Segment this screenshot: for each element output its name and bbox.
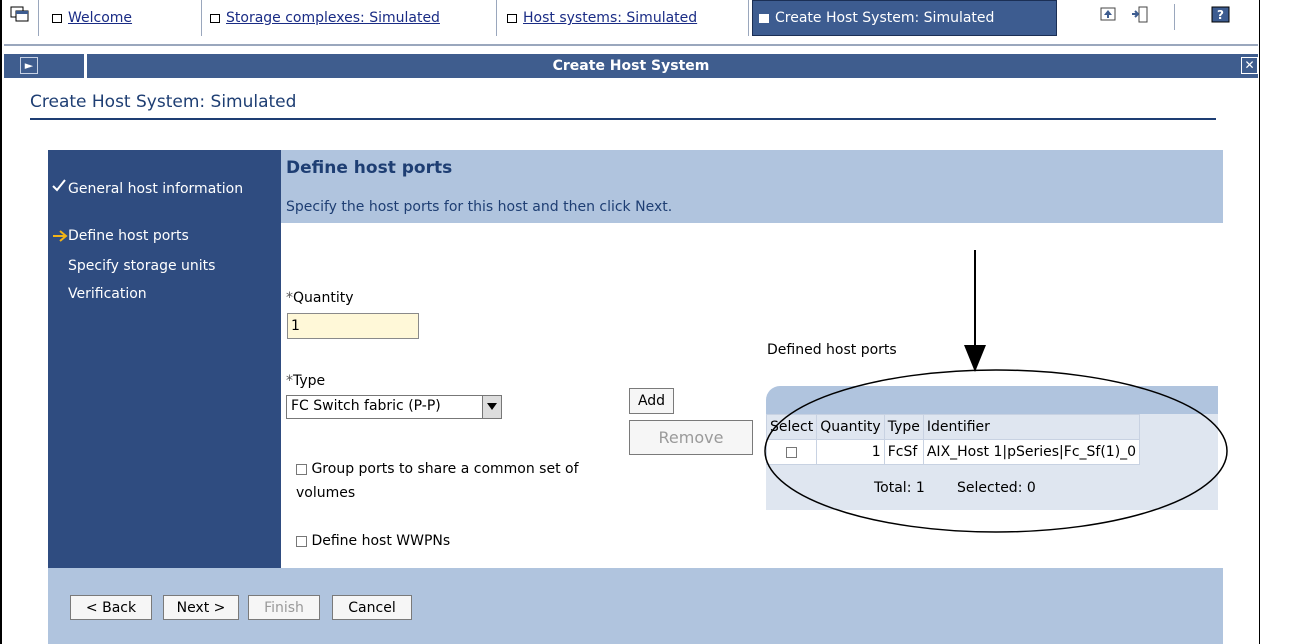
window-title-bar: ► Create Host System ✕ bbox=[4, 54, 1258, 78]
row-select-cell bbox=[765, 439, 818, 465]
expand-nav-icon[interactable]: ► bbox=[20, 57, 38, 74]
type-label-row: *Type bbox=[286, 373, 325, 389]
tab-bar: Welcome Storage complexes: Simulated Hos… bbox=[4, 0, 1258, 38]
tab-label[interactable]: Host systems: Simulated bbox=[523, 10, 697, 26]
finish-button[interactable]: Finish bbox=[248, 595, 320, 620]
ports-table-wrap: Select Quantity Type Identifier 1 FcSf A… bbox=[765, 386, 1218, 510]
tab-welcome[interactable]: Welcome bbox=[46, 0, 202, 36]
table-row[interactable]: 1 FcSf AIX_Host 1|pSeries|Fc_Sf(1)_0 bbox=[765, 439, 1141, 465]
tab-square-icon bbox=[759, 13, 769, 23]
group-ports-checkbox[interactable] bbox=[296, 463, 307, 475]
table-selected: Selected: 0 bbox=[957, 480, 1036, 496]
tab-host-systems[interactable]: Host systems: Simulated bbox=[501, 0, 749, 36]
tab-bar-rule bbox=[4, 44, 1258, 46]
column-header-select[interactable]: Select bbox=[765, 414, 818, 440]
quantity-input[interactable] bbox=[287, 313, 419, 339]
tab-square-icon bbox=[52, 13, 62, 23]
ports-table-body: Select Quantity Type Identifier 1 FcSf A… bbox=[765, 414, 1218, 510]
check-icon bbox=[52, 178, 66, 196]
close-icon[interactable]: ✕ bbox=[1241, 57, 1258, 74]
nav-step-verification[interactable]: Verification bbox=[68, 286, 147, 302]
column-header-type[interactable]: Type bbox=[883, 414, 924, 440]
cancel-button[interactable]: Cancel bbox=[332, 595, 412, 620]
wizard-footer: < Back Next > Finish Cancel bbox=[48, 568, 1223, 644]
tab-label[interactable]: Storage complexes: Simulated bbox=[226, 10, 440, 26]
column-header-quantity[interactable]: Quantity bbox=[816, 414, 885, 440]
wizard-nav: General host information Define host por… bbox=[48, 150, 281, 568]
table-total: Total: 1 bbox=[874, 480, 925, 496]
define-wwpns-label: Define host WWPNs bbox=[311, 533, 451, 549]
logout-icon[interactable] bbox=[1130, 6, 1150, 24]
toolbar-divider bbox=[1174, 4, 1175, 30]
tab-divider bbox=[38, 0, 39, 36]
next-button[interactable]: Next > bbox=[163, 595, 239, 620]
row-identifier: AIX_Host 1|pSeries|Fc_Sf(1)_0 bbox=[922, 439, 1141, 465]
page-title: Create Host System: Simulated bbox=[30, 92, 297, 112]
tab-square-icon bbox=[210, 13, 220, 23]
title-bar-divider bbox=[84, 54, 87, 78]
current-step-arrow-icon bbox=[52, 230, 68, 246]
windows-icon[interactable] bbox=[10, 6, 30, 24]
type-label: Type bbox=[293, 373, 326, 389]
nav-step-specify-storage-units[interactable]: Specify storage units bbox=[68, 258, 215, 274]
type-select-value: FC Switch fabric (P-P) bbox=[291, 398, 441, 414]
define-wwpns-checkbox[interactable] bbox=[296, 535, 307, 547]
content-heading: Define host ports bbox=[286, 158, 453, 178]
row-quantity: 1 bbox=[816, 439, 885, 465]
quantity-label: Quantity bbox=[293, 290, 354, 306]
content-instructions: Specify the host ports for this host and… bbox=[286, 199, 673, 215]
required-marker: * bbox=[286, 373, 293, 389]
back-button[interactable]: < Back bbox=[70, 595, 152, 620]
nav-step-define-host-ports[interactable]: Define host ports bbox=[68, 228, 189, 244]
help-icon[interactable]: ? bbox=[1211, 6, 1231, 24]
column-header-identifier[interactable]: Identifier bbox=[922, 414, 1141, 440]
group-ports-option[interactable]: Group ports to share a common set of vol… bbox=[296, 457, 616, 505]
tab-create-host-system[interactable]: Create Host System: Simulated bbox=[752, 0, 1057, 36]
ports-table: Select Quantity Type Identifier 1 FcSf A… bbox=[765, 414, 1141, 465]
required-marker: * bbox=[286, 290, 293, 306]
content-header: Define host ports Specify the host ports… bbox=[281, 150, 1223, 223]
type-select[interactable]: FC Switch fabric (P-P) bbox=[286, 395, 502, 419]
tab-square-icon bbox=[507, 13, 517, 23]
tab-label[interactable]: Welcome bbox=[68, 10, 132, 26]
define-wwpns-option[interactable]: Define host WWPNs bbox=[296, 533, 450, 549]
tab-label: Create Host System: Simulated bbox=[775, 10, 995, 26]
row-select-checkbox[interactable] bbox=[786, 446, 798, 458]
row-type: FcSf bbox=[883, 439, 924, 465]
tab-storage-complexes[interactable]: Storage complexes: Simulated bbox=[204, 0, 497, 36]
window-title: Create Host System bbox=[552, 58, 710, 74]
table-header-row: Select Quantity Type Identifier bbox=[765, 414, 1141, 440]
quantity-label-row: *Quantity bbox=[286, 290, 354, 306]
svg-text:?: ? bbox=[1217, 8, 1224, 22]
ports-table-toolbar bbox=[766, 386, 1218, 414]
group-ports-label: Group ports to share a common set of vol… bbox=[296, 461, 579, 501]
add-button[interactable]: Add bbox=[629, 388, 674, 414]
chevron-down-icon[interactable] bbox=[482, 396, 501, 418]
nav-step-general-host-info[interactable]: General host information bbox=[68, 179, 258, 199]
ports-table-caption: Defined host ports bbox=[767, 342, 897, 358]
help-window-icon[interactable] bbox=[1099, 6, 1119, 24]
remove-button[interactable]: Remove bbox=[629, 420, 753, 455]
title-underline bbox=[30, 118, 1216, 120]
